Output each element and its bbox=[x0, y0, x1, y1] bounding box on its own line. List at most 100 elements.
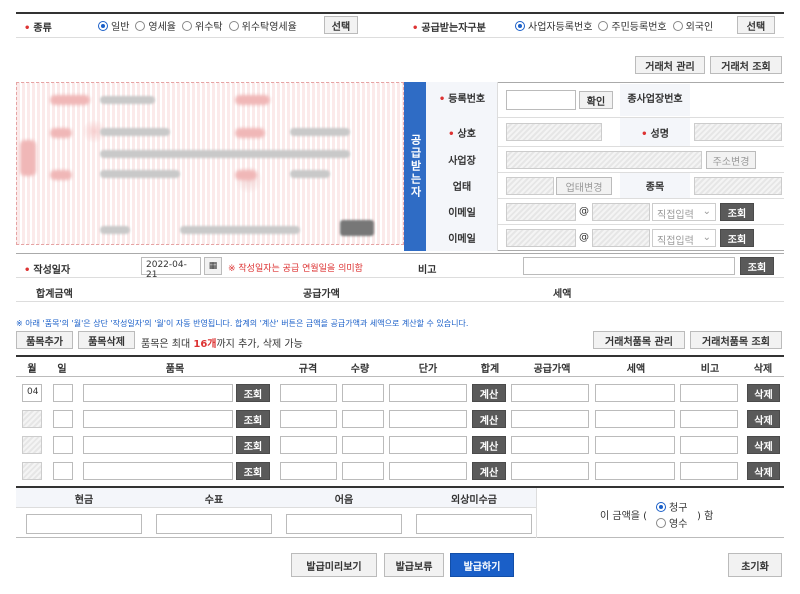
item-calc-button[interactable]: 계산 bbox=[472, 462, 506, 480]
partner-manage-button[interactable]: 거래처 관리 bbox=[635, 56, 705, 74]
item-calc-button[interactable]: 계산 bbox=[472, 384, 506, 402]
item-tax[interactable] bbox=[595, 410, 675, 428]
note-input[interactable] bbox=[286, 514, 402, 534]
email1-domain[interactable] bbox=[592, 203, 650, 221]
item-qty[interactable] bbox=[342, 436, 384, 454]
calendar-icon[interactable]: ▦ bbox=[204, 257, 222, 275]
item-lookup-button[interactable]: 거래처품목 조회 bbox=[690, 331, 782, 349]
radio-consign[interactable]: 위수탁 bbox=[182, 18, 223, 33]
radio-consign-zero[interactable]: 위수탁영세율 bbox=[229, 18, 297, 33]
item-month[interactable] bbox=[22, 410, 42, 428]
item-day[interactable] bbox=[53, 436, 73, 454]
partner-lookup-button[interactable]: 거래처 조회 bbox=[710, 56, 782, 74]
cash-input[interactable] bbox=[26, 514, 142, 534]
radio-biz-reg-no[interactable]: 사업자등록번호 bbox=[515, 18, 592, 33]
item-unit-price[interactable] bbox=[389, 410, 467, 428]
col-spec: 규격 bbox=[278, 357, 338, 377]
item-unit-price[interactable] bbox=[389, 436, 467, 454]
item-qty[interactable] bbox=[342, 462, 384, 480]
item-lookup-row-button[interactable]: 조회 bbox=[236, 462, 270, 480]
item-delete-row-button[interactable]: 삭제 bbox=[747, 462, 780, 480]
item-supply[interactable] bbox=[511, 462, 589, 480]
item-unit-price[interactable] bbox=[389, 384, 467, 402]
hold-button[interactable]: 발급보류 bbox=[384, 553, 444, 577]
recipient-type-select-button[interactable]: 선택 bbox=[737, 16, 775, 34]
item-delete-row-button[interactable]: 삭제 bbox=[747, 436, 780, 454]
radio-zero-rate[interactable]: 영세율 bbox=[135, 18, 176, 33]
address-input[interactable] bbox=[506, 151, 702, 169]
item-spec[interactable] bbox=[280, 410, 337, 428]
claim-radio-group: 청구 영수 bbox=[656, 499, 693, 530]
item-name[interactable] bbox=[83, 462, 233, 480]
item-supply[interactable] bbox=[511, 410, 589, 428]
item-name[interactable] bbox=[83, 384, 233, 402]
item-delete-row-button[interactable]: 삭제 bbox=[747, 410, 780, 428]
item-calc-button[interactable]: 계산 bbox=[472, 410, 506, 428]
email1-local[interactable] bbox=[506, 203, 576, 221]
item-memo[interactable] bbox=[680, 410, 738, 428]
item-unit-price[interactable] bbox=[389, 462, 467, 480]
reg-no-input[interactable] bbox=[506, 90, 576, 110]
date-input[interactable]: 2022-04-21 bbox=[141, 257, 201, 275]
item-day[interactable] bbox=[53, 384, 73, 402]
email2-domain[interactable] bbox=[592, 229, 650, 247]
item-memo[interactable] bbox=[680, 436, 738, 454]
type-select-button[interactable]: 선택 bbox=[324, 16, 358, 34]
credit-input[interactable] bbox=[416, 514, 532, 534]
radio-receipt[interactable]: 영수 bbox=[656, 515, 687, 530]
item-lookup-row-button[interactable]: 조회 bbox=[236, 410, 270, 428]
item-name[interactable] bbox=[83, 410, 233, 428]
item-manage-button[interactable]: 거래처품목 관리 bbox=[593, 331, 685, 349]
item-day[interactable] bbox=[53, 410, 73, 428]
item-spec[interactable] bbox=[280, 436, 337, 454]
item-memo[interactable] bbox=[680, 462, 738, 480]
radio-claim[interactable]: 청구 bbox=[656, 499, 687, 514]
item-tax[interactable] bbox=[595, 462, 675, 480]
col-day: 일 bbox=[50, 357, 74, 377]
item-input[interactable] bbox=[694, 177, 782, 195]
check-input[interactable] bbox=[156, 514, 272, 534]
radio-resident-no[interactable]: 주민등록번호 bbox=[598, 18, 666, 33]
email2-domain-select[interactable]: 직접입력⌄ bbox=[652, 229, 716, 247]
item-qty[interactable] bbox=[342, 410, 384, 428]
biz-type-input[interactable] bbox=[506, 177, 554, 195]
item-month[interactable]: 04 bbox=[22, 384, 42, 402]
email2-lookup-button[interactable]: 조회 bbox=[720, 229, 754, 247]
address-change-button[interactable]: 주소변경 bbox=[706, 151, 756, 169]
email1-domain-select[interactable]: 직접입력⌄ bbox=[652, 203, 716, 221]
email1-label: 이메일 bbox=[426, 199, 498, 224]
item-spec[interactable] bbox=[280, 462, 337, 480]
preview-button[interactable]: 발급미리보기 bbox=[291, 553, 377, 577]
memo-lookup-button[interactable]: 조회 bbox=[740, 257, 774, 275]
radio-general[interactable]: 일반 bbox=[98, 18, 129, 33]
email2-local[interactable] bbox=[506, 229, 576, 247]
biz-type-change-button[interactable]: 업태변경 bbox=[556, 177, 612, 195]
item-name[interactable] bbox=[83, 436, 233, 454]
item-calc-button[interactable]: 계산 bbox=[472, 436, 506, 454]
item-limit-info: 품목은 최대 16개까지 추가, 삭제 가능 bbox=[141, 335, 303, 350]
item-month[interactable] bbox=[22, 436, 42, 454]
email1-lookup-button[interactable]: 조회 bbox=[720, 203, 754, 221]
item-spec[interactable] bbox=[280, 384, 337, 402]
item-add-button[interactable]: 품목추가 bbox=[16, 331, 73, 349]
item-memo[interactable] bbox=[680, 384, 738, 402]
item-tax[interactable] bbox=[595, 384, 675, 402]
name-input[interactable] bbox=[694, 123, 782, 141]
item-month[interactable] bbox=[22, 462, 42, 480]
reset-button[interactable]: 초기화 bbox=[728, 553, 782, 577]
item-tax[interactable] bbox=[595, 436, 675, 454]
radio-foreigner[interactable]: 외국인 bbox=[673, 18, 714, 33]
company-input[interactable] bbox=[506, 123, 602, 141]
issue-button[interactable]: 발급하기 bbox=[450, 553, 514, 577]
item-delete-button[interactable]: 품목삭제 bbox=[78, 331, 135, 349]
item-lookup-row-button[interactable]: 조회 bbox=[236, 436, 270, 454]
item-supply[interactable] bbox=[511, 436, 589, 454]
item-lookup-row-button[interactable]: 조회 bbox=[236, 384, 270, 402]
reg-no-confirm-button[interactable]: 확인 bbox=[579, 91, 613, 109]
item-supply[interactable] bbox=[511, 384, 589, 402]
item-qty[interactable] bbox=[342, 384, 384, 402]
email1-at: @ bbox=[579, 206, 589, 217]
item-delete-row-button[interactable]: 삭제 bbox=[747, 384, 780, 402]
item-day[interactable] bbox=[53, 462, 73, 480]
memo-input[interactable] bbox=[523, 257, 735, 275]
